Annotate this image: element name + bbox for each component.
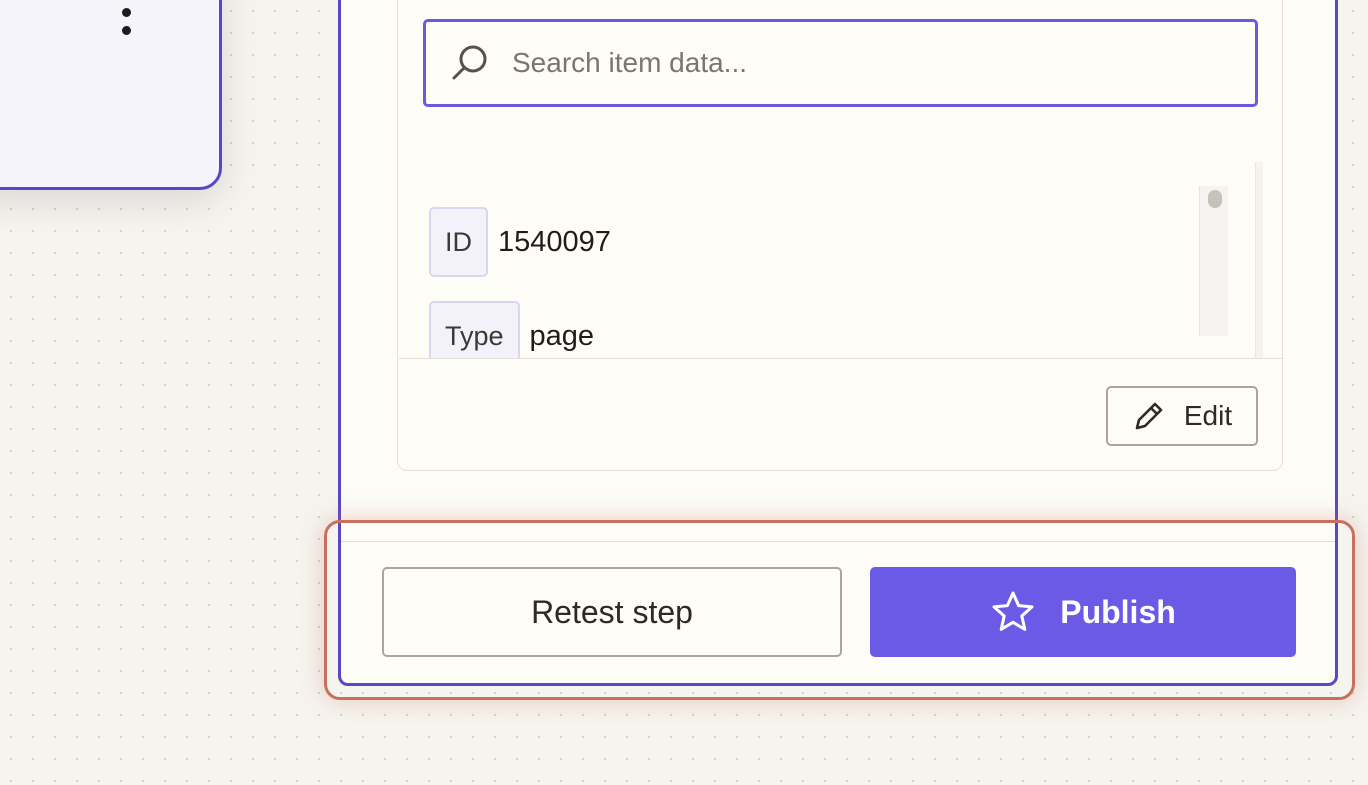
kebab-dot <box>121 26 131 35</box>
search-icon <box>452 45 487 80</box>
outer-scrollbar[interactable] <box>1255 162 1263 358</box>
data-output-card: ID 1540097 Type page Edit <box>397 0 1283 471</box>
retest-step-label: Retest step <box>531 593 693 630</box>
publish-button[interactable]: Publish <box>870 567 1296 657</box>
retest-step-button[interactable]: Retest step <box>382 567 842 657</box>
divider <box>399 358 1283 359</box>
item-value: 1540097 <box>498 225 611 258</box>
item-key-chip: ID <box>429 207 488 277</box>
search-box[interactable] <box>423 19 1258 107</box>
inner-scrollbar-thumb[interactable] <box>1208 190 1222 208</box>
edit-button-label: Edit <box>1183 400 1233 431</box>
kebab-menu-icon[interactable] <box>119 0 133 35</box>
kebab-dot <box>121 7 131 17</box>
publish-label: Publish <box>1060 593 1176 630</box>
search-input[interactable] <box>510 46 1214 80</box>
item-data-list: ID 1540097 Type page <box>399 162 1263 358</box>
list-item: Type page <box>429 301 594 358</box>
pencil-icon <box>1135 402 1163 430</box>
footer-divider <box>341 541 1335 542</box>
edit-button[interactable]: Edit <box>1106 386 1258 446</box>
step-panel: ID 1540097 Type page Edit Retest step <box>338 0 1338 686</box>
inner-scrollbar[interactable] <box>1199 186 1228 336</box>
node-card[interactable] <box>0 0 222 190</box>
star-icon <box>992 591 1034 631</box>
item-value: page <box>529 319 595 352</box>
item-key-chip: Type <box>429 301 520 358</box>
list-item: ID 1540097 <box>429 207 611 277</box>
